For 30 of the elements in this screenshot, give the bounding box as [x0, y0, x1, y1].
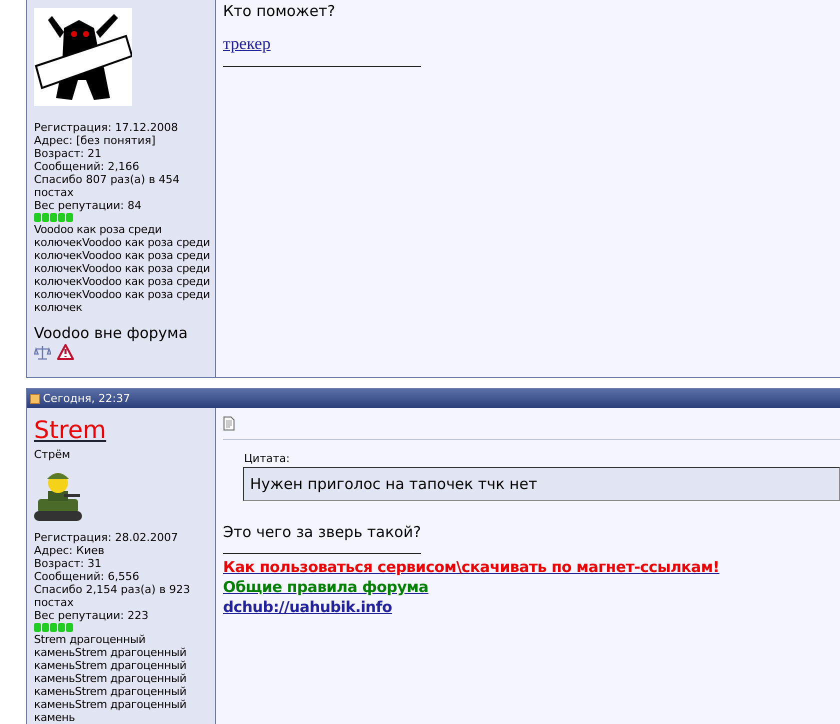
user-stat: Сообщений: 6,556: [34, 570, 140, 583]
signature-link[interactable]: Как пользоваться сервисом\скачивать по магнет-ссылкам!: [223, 558, 720, 577]
user-stat: Вес репутации: 84: [34, 199, 142, 212]
warning-icon[interactable]: [57, 344, 74, 360]
post-icon: [223, 416, 235, 431]
signature-link[interactable]: Общие правила форума: [223, 578, 428, 597]
scales-icon[interactable]: [34, 344, 51, 361]
message-text: Кто поможет?: [223, 2, 336, 20]
username-link[interactable]: Strem: [34, 416, 106, 444]
tracker-link[interactable]: трекер: [223, 34, 271, 54]
user-stat: Сообщений: 2,166: [34, 160, 140, 173]
post-date: Сегодня, 22:37: [43, 392, 130, 405]
user-stat: Спасибо 807 раз(а) в 454 постах: [34, 173, 181, 199]
signature-link[interactable]: dchub://uahubik.info: [223, 598, 392, 617]
user-stat: Адрес: Киев: [34, 544, 106, 557]
user-stat: Возраст: 31: [34, 557, 103, 570]
quote-label: Цитата:: [244, 452, 291, 465]
message-text: Это чего за зверь такой?: [223, 523, 422, 541]
user-stat: Регистрация: 28.02.2007: [34, 531, 179, 544]
user-stat: Спасибо 2,154 раз(а) в 923 постах: [34, 583, 192, 609]
user-stat: Вес репутации: 223: [34, 609, 150, 622]
user-title: Стрём: [34, 448, 72, 461]
folder-icon: [30, 394, 40, 404]
user-stat: Адрес: [без понятия]: [34, 134, 157, 147]
reputation-text: Strem драгоценный каменьStrem драгоценный каменьStrem драгоценный каменьStrem драгоценный каменьStrem драгоценный каменьStrem драгоценный камень: [34, 633, 188, 724]
reputation-text: Voodoo как роза среди колючекVoodoo как роза среди колючекVoodoo как роза среди колючекVoodoo как роза среди колючекVoodoo как роза среди колючекVoodoo как роза среди колючек: [34, 223, 210, 314]
user-stat: Возраст: 21: [34, 147, 103, 160]
online-status: Voodoo вне форума: [34, 324, 189, 342]
quote-text: Нужен приголос на тапочек тчк нет: [243, 467, 840, 501]
user-stat: Регистрация: 17.12.2008: [34, 121, 179, 134]
